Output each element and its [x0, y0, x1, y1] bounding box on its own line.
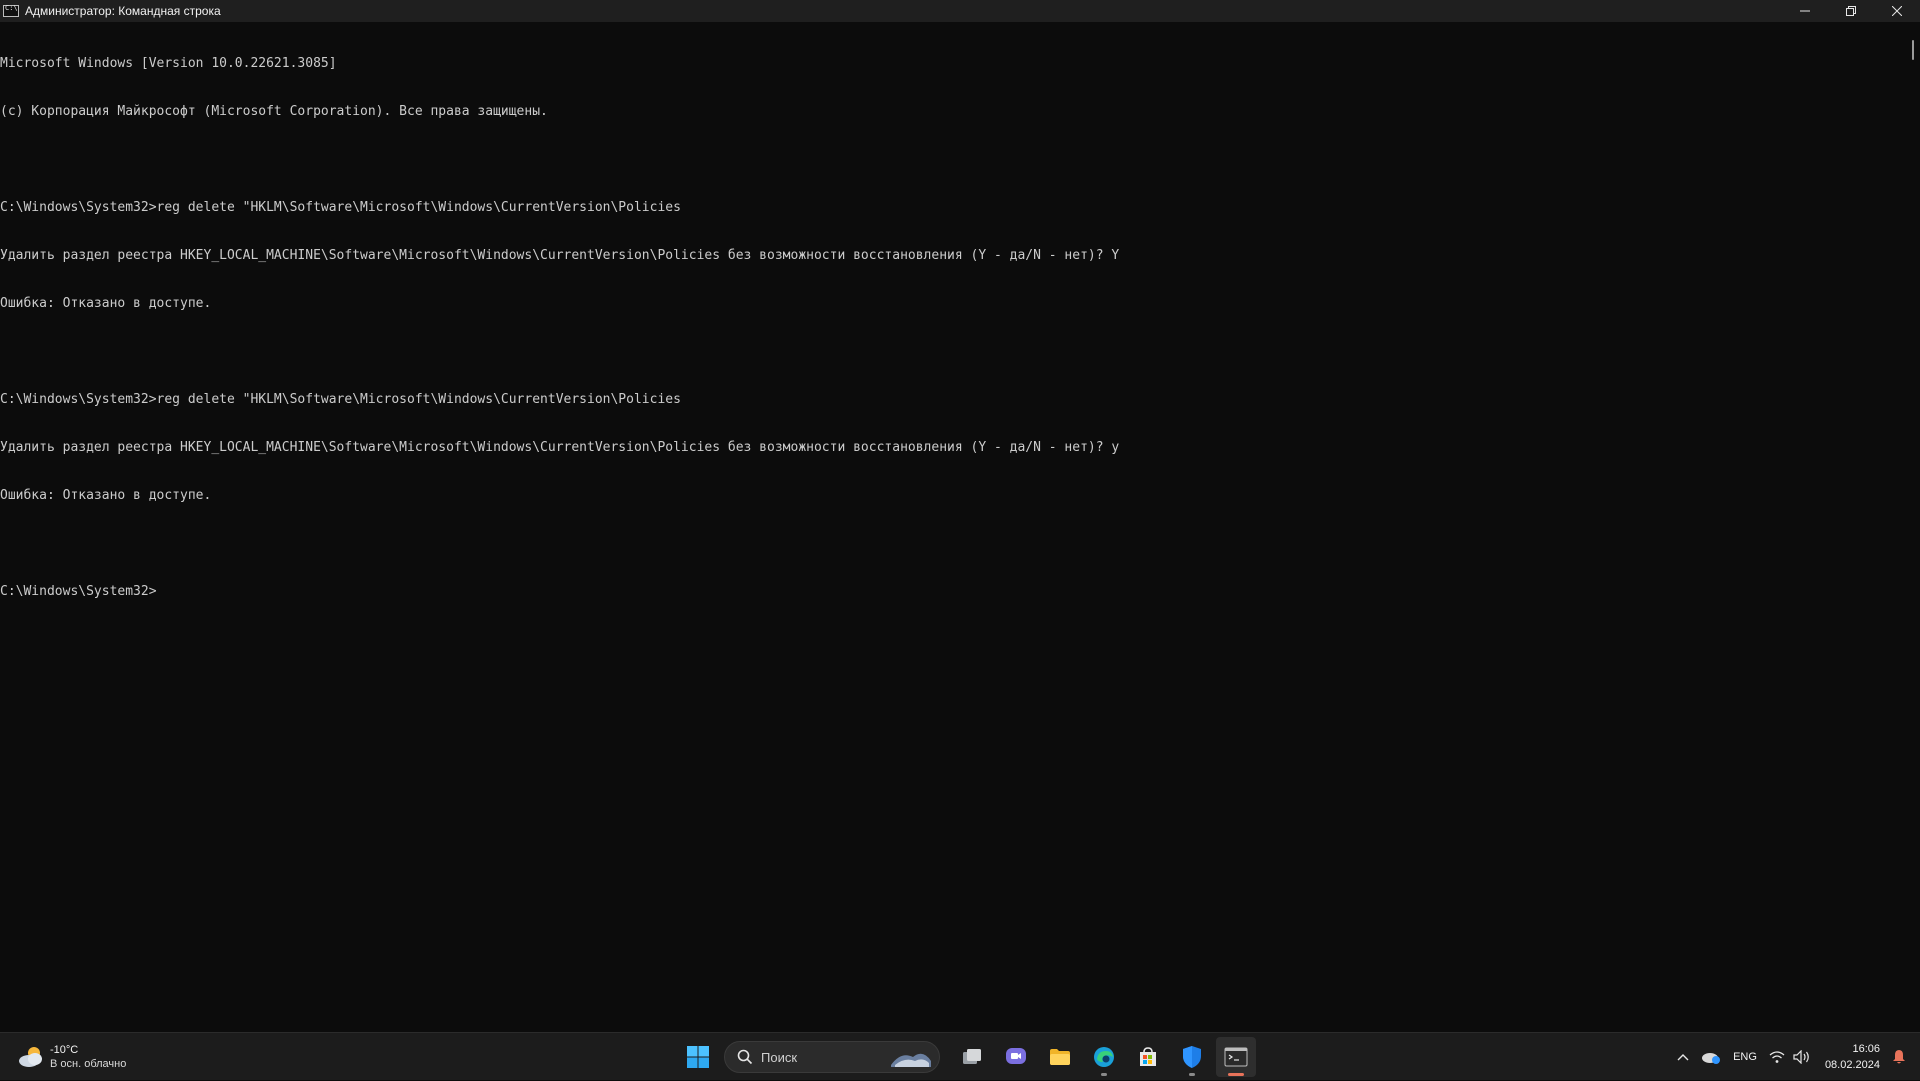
partly-cloudy-icon [19, 1047, 42, 1067]
wifi-icon [1769, 1051, 1785, 1063]
console-prompt-line[interactable]: C:\Windows\System32> [0, 584, 1900, 600]
clock-date: 08.02.2024 [1824, 1059, 1880, 1071]
running-indicator [1101, 1073, 1107, 1076]
search-icon [737, 1049, 753, 1065]
restore-icon [1846, 6, 1856, 16]
console-line: Удалить раздел реестра HKEY_LOCAL_MACHIN… [0, 440, 1120, 455]
cmd-window: Администратор: Командная строка Microsof… [0, 0, 1920, 1032]
close-button[interactable] [1874, 0, 1920, 22]
edge-icon [1094, 1047, 1114, 1067]
console-line: C:\Windows\System32>reg delete "HKLM\Sof… [0, 200, 681, 215]
active-indicator [1228, 1073, 1244, 1076]
windows-logo-icon [687, 1046, 709, 1068]
language-label: ENG [1733, 1051, 1757, 1063]
console-line: C:\Windows\System32>reg delete "HKLM\Sof… [0, 392, 681, 407]
minimize-button[interactable] [1782, 0, 1828, 22]
close-icon [1892, 6, 1902, 16]
volume-icon [1793, 1050, 1809, 1064]
terminal-button[interactable] [1216, 1037, 1256, 1077]
show-hidden-icons-button[interactable] [1671, 1041, 1695, 1073]
search-highlight-art-icon [891, 1053, 931, 1067]
taskbar-search[interactable]: Поиск [724, 1041, 940, 1073]
bell-icon [1893, 1050, 1905, 1064]
system-tray: ENG 16:06 08.02.2024 [1671, 1033, 1920, 1081]
store-button[interactable] [1128, 1037, 1168, 1077]
start-button[interactable] [678, 1037, 718, 1077]
search-placeholder: Поиск [761, 1049, 798, 1065]
clock-time: 16:06 [1852, 1043, 1880, 1055]
scrollbar-thumb[interactable] [1912, 40, 1914, 60]
clock[interactable]: 16:06 08.02.2024 [1817, 1041, 1886, 1073]
console-line: (c) Корпорация Майкрософт (Microsoft Cor… [0, 104, 548, 119]
taskbar-apps: Поиск [676, 1037, 1258, 1077]
minimize-icon [1800, 10, 1810, 12]
title-bar[interactable]: Администратор: Командная строка [0, 0, 1920, 22]
defender-button[interactable] [1172, 1037, 1212, 1077]
console-scrollbar[interactable] [1906, 22, 1920, 1032]
shield-icon [1183, 1046, 1201, 1068]
console-line: Ошибка: Отказано в доступе. [0, 296, 212, 311]
terminal-icon [1224, 1047, 1248, 1067]
file-explorer-button[interactable] [1040, 1037, 1080, 1077]
folder-icon [1050, 1049, 1070, 1065]
cloud-status-icon [1702, 1053, 1721, 1064]
language-indicator[interactable]: ENG [1727, 1041, 1763, 1073]
weather-widget[interactable]: -10°C В осн. облачно [16, 1039, 126, 1075]
console-line: Microsoft Windows [Version 10.0.22621.30… [0, 56, 337, 71]
task-view-icon [963, 1049, 981, 1064]
running-indicator [1189, 1073, 1195, 1076]
console-line: Ошибка: Отказано в доступе. [0, 488, 212, 503]
weather-description: В осн. облачно [50, 1058, 127, 1070]
task-view-button[interactable] [952, 1037, 992, 1077]
restore-button[interactable] [1828, 0, 1874, 22]
network-volume-button[interactable] [1763, 1041, 1817, 1073]
chat-button[interactable] [996, 1037, 1036, 1077]
store-icon [1140, 1047, 1156, 1066]
window-controls [1782, 0, 1920, 22]
taskbar: -10°C В осн. облачно Поиск ENG 16:06 08.… [0, 1032, 1920, 1080]
cmd-app-icon [3, 4, 19, 17]
teams-chat-icon [1006, 1048, 1026, 1064]
onedrive-tray-button[interactable] [1695, 1041, 1727, 1073]
console-output[interactable]: Microsoft Windows [Version 10.0.22621.30… [0, 24, 1900, 1032]
edge-button[interactable] [1084, 1037, 1124, 1077]
window-title: Администратор: Командная строка [25, 4, 221, 18]
chevron-up-icon [1677, 1054, 1689, 1061]
weather-temperature: -10°C [50, 1044, 79, 1056]
console-line: Удалить раздел реестра HKEY_LOCAL_MACHIN… [0, 248, 1120, 263]
notifications-button[interactable] [1886, 1041, 1920, 1073]
